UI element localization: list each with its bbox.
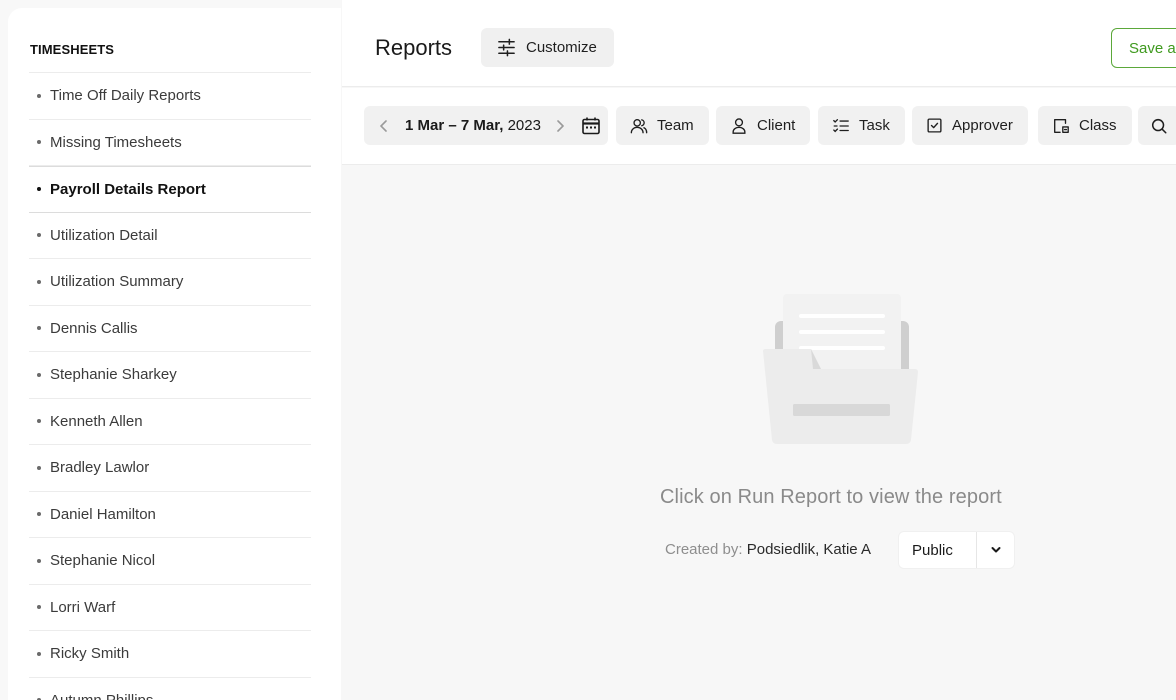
approver-filter-label: Approver [952,117,1013,134]
created-by: Created by: Podsiedlik, Katie A [665,541,871,558]
team-icon [630,118,648,133]
sidebar-item[interactable]: Dennis Callis [29,306,311,352]
bullet-icon [37,651,41,656]
client-filter-label: Client [757,117,796,134]
visibility-select[interactable]: Public [898,531,1015,569]
approver-filter[interactable]: Approver [912,106,1028,145]
sidebar-item[interactable]: Lorri Warf [29,585,311,631]
sidebar-item[interactable]: Time Off Daily Reports [29,73,311,120]
save-as-label: Save as [1129,39,1176,57]
page-header: Reports Customize Save as [342,0,1176,87]
sidebar-item-label: Payroll Details Report [50,180,206,198]
chevron-right-icon[interactable] [550,116,570,136]
sidebar-title: TIMESHEETS [30,42,115,57]
empty-folder-illustration [763,294,918,444]
date-range-picker: 1 Mar – 7 Mar, 2023 [364,106,608,145]
search-icon [1151,118,1167,134]
empty-state-message: Click on Run Report to view the report [660,486,1002,508]
bullet-icon [37,512,41,517]
sidebar-item[interactable]: Utilization Summary [29,259,311,306]
bullet-icon [37,187,41,192]
search-filter-button[interactable] [1138,106,1176,145]
sidebar-item[interactable]: Kenneth Allen [29,399,311,445]
sidebar-item-label: Daniel Hamilton [50,505,156,523]
team-filter-label: Team [657,117,694,134]
date-separator: – [444,117,461,134]
sidebar-item-active[interactable]: Payroll Details Report [29,166,311,213]
date-end: 7 Mar, [460,117,504,134]
sidebar-item-label: Kenneth Allen [50,412,143,430]
bullet-icon [37,326,41,331]
created-by-name: Podsiedlik, Katie A [746,541,871,558]
sidebar: TIMESHEETS Time Off Daily Reports Missin… [0,0,341,700]
chevron-left-icon[interactable] [374,116,394,136]
sidebar-item[interactable]: Daniel Hamilton [29,492,311,538]
date-range-text[interactable]: 1 Mar – 7 Mar, 2023 [405,117,541,134]
sidebar-item-label: Utilization Summary [50,273,184,291]
bullet-icon [37,140,41,145]
sidebar-item[interactable]: Autumn Phillips [29,678,311,700]
sidebar-item[interactable]: Stephanie Nicol [29,538,311,585]
bullet-icon [37,372,41,377]
sidebar-item-label: Missing Timesheets [50,133,182,151]
date-year: 2023 [503,117,541,134]
sidebar-item-label: Stephanie Sharkey [50,366,177,384]
bullet-icon [37,465,41,470]
sidebar-item-label: Utilization Detail [50,226,158,244]
class-tag-icon [1054,118,1069,133]
class-filter[interactable]: Class [1038,106,1132,145]
sidebar-item[interactable]: Ricky Smith [29,631,311,678]
filter-bar: 1 Mar – 7 Mar, 2023 Team Client Task App… [342,88,1176,165]
save-as-button[interactable]: Save as [1111,28,1176,68]
sliders-icon [498,38,515,57]
app-window: TIMESHEETS Time Off Daily Reports Missin… [0,0,1176,700]
sidebar-item[interactable]: Missing Timesheets [29,120,311,166]
customize-button[interactable]: Customize [481,28,614,67]
sidebar-item-label: Dennis Callis [50,319,138,337]
sidebar-item[interactable]: Stephanie Sharkey [29,352,311,399]
calendar-icon[interactable] [581,116,601,136]
sidebar-item-label: Stephanie Nicol [50,552,156,570]
checkbox-icon [927,118,942,133]
task-list-icon [833,118,849,132]
page-title: Reports [375,35,453,60]
task-filter[interactable]: Task [818,106,905,145]
sidebar-report-list: Time Off Daily Reports Missing Timesheet… [29,72,311,700]
sidebar-item-label: Lorri Warf [50,598,116,616]
class-filter-label: Class [1079,117,1117,134]
bullet-icon [37,605,41,610]
bullet-icon [37,558,41,563]
report-content-area: Click on Run Report to view the report C… [341,166,1176,700]
sidebar-item-label: Ricky Smith [50,645,130,663]
sidebar-item-label: Bradley Lawlor [50,459,150,477]
sidebar-item-label: Autumn Phillips [50,692,153,700]
chevron-down-icon[interactable] [977,545,1014,555]
visibility-value: Public [899,532,977,568]
created-by-label: Created by: [665,541,743,558]
sidebar-item[interactable]: Utilization Detail [29,213,311,259]
bullet-icon [37,279,41,284]
bullet-icon [37,93,41,98]
sidebar-item[interactable]: Bradley Lawlor [29,445,311,492]
date-start: 1 Mar [405,117,445,134]
customize-label: Customize [526,39,597,56]
team-filter[interactable]: Team [616,106,709,145]
task-filter-label: Task [859,117,890,134]
user-icon [732,117,746,134]
bullet-icon [37,419,41,424]
client-filter[interactable]: Client [716,106,811,145]
sidebar-item-label: Time Off Daily Reports [50,87,201,105]
bullet-icon [37,233,41,238]
